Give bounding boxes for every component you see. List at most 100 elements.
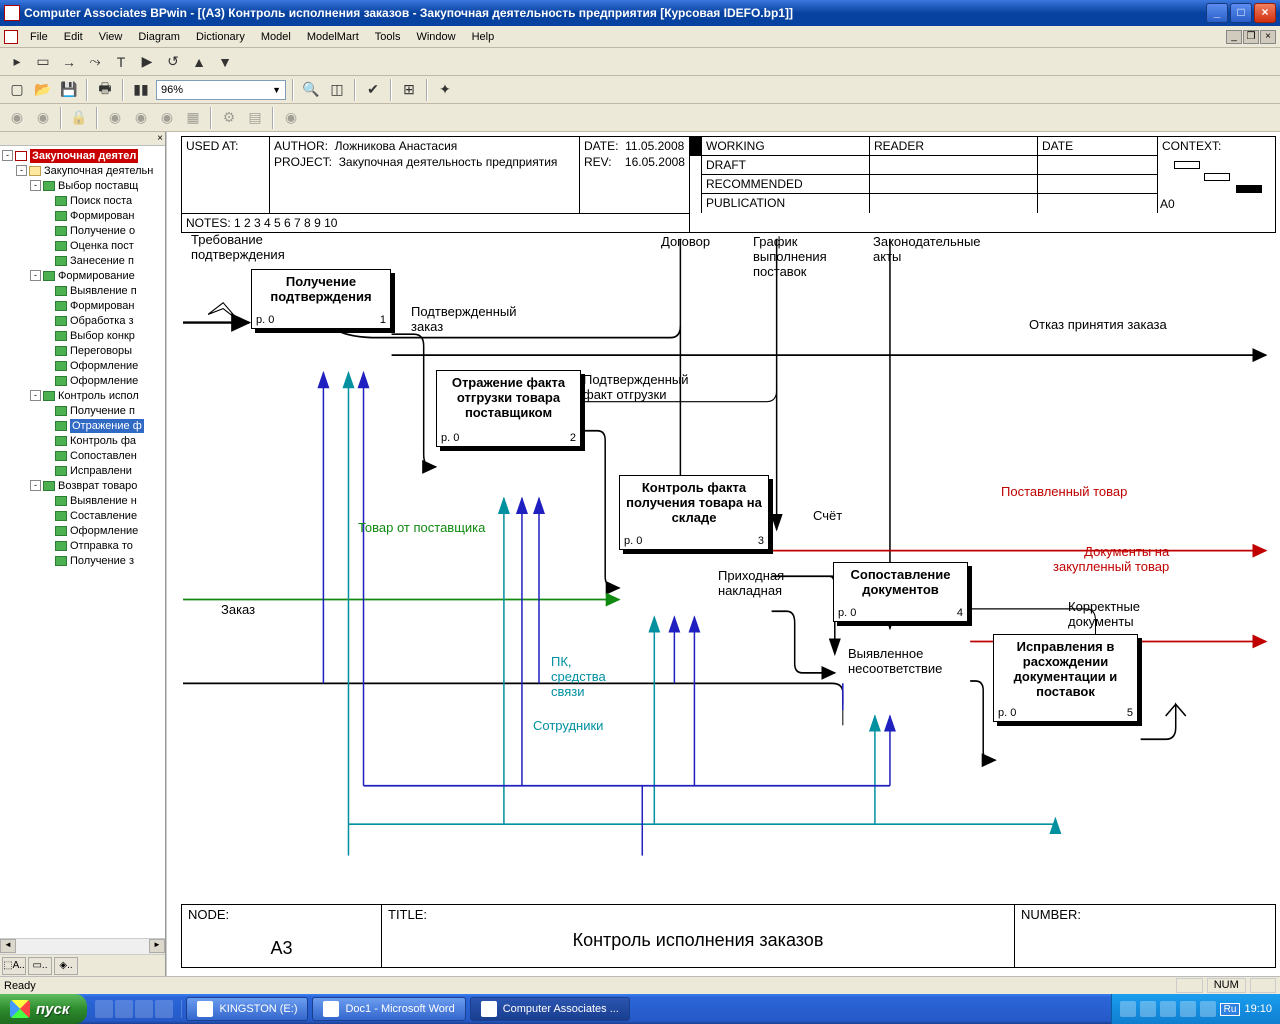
mm-btn6-icon[interactable]: ⚙ [218, 107, 240, 129]
tab-objects[interactable]: ◈.. [54, 957, 78, 975]
menu-file[interactable]: File [22, 29, 56, 45]
task-word[interactable]: Doc1 - Microsoft Word [312, 997, 465, 1021]
tree-item[interactable]: Исправлени [2, 463, 163, 478]
tree-item[interactable]: Выявление н [2, 493, 163, 508]
language-indicator[interactable]: Ru [1220, 1003, 1241, 1016]
refresh-icon[interactable]: ↺ [162, 51, 184, 73]
tray-icon[interactable] [1120, 1001, 1136, 1017]
mdi-close-button[interactable]: × [1260, 30, 1276, 44]
pointer-icon[interactable]: ▸ [6, 51, 28, 73]
tree-item[interactable]: Поиск поста [2, 193, 163, 208]
tree-item[interactable]: Составление [2, 508, 163, 523]
palette-icon[interactable]: ▮▮ [130, 79, 152, 101]
ql-icon[interactable] [95, 1000, 113, 1018]
menu-diagram[interactable]: Diagram [130, 29, 188, 45]
scroll-left-icon[interactable]: ◄ [0, 939, 16, 953]
modelmart-icon[interactable]: ✦ [434, 79, 456, 101]
mdi-restore-button[interactable]: ❐ [1243, 30, 1259, 44]
tree-item[interactable]: Получение п [2, 403, 163, 418]
tree-item[interactable]: Получение о [2, 223, 163, 238]
mm-btn5-icon[interactable]: ◉ [156, 107, 178, 129]
tree-item[interactable]: Контроль фа [2, 433, 163, 448]
menu-window[interactable]: Window [408, 29, 463, 45]
scroll-right-icon[interactable]: ► [149, 939, 165, 953]
activity-a4[interactable]: Сопоставление документов p. 0 4 [833, 562, 968, 622]
ql-icon[interactable] [155, 1000, 173, 1018]
tree-item[interactable]: Обработка з [2, 313, 163, 328]
mm-btn7-icon[interactable]: ▤ [244, 107, 266, 129]
spellcheck-icon[interactable]: ✔ [362, 79, 384, 101]
tree-item[interactable]: Оформление [2, 358, 163, 373]
tree-item[interactable]: -Формирование [2, 268, 163, 283]
new-icon[interactable]: ▢ [6, 79, 28, 101]
tray-icon[interactable] [1160, 1001, 1176, 1017]
squiggle-icon[interactable]: ⤳ [84, 51, 106, 73]
tree-item[interactable]: Формирован [2, 298, 163, 313]
tab-diagrams[interactable]: ▭.. [28, 957, 52, 975]
activity-a1[interactable]: Получение подтверждения p. 0 1 [251, 269, 391, 329]
tree-item[interactable]: Формирован [2, 208, 163, 223]
chevron-down-icon[interactable]: ▼ [272, 85, 281, 95]
task-kingston[interactable]: KINGSTON (E:) [186, 997, 308, 1021]
minimize-button[interactable]: _ [1206, 3, 1228, 23]
save-icon[interactable]: 💾 [58, 79, 80, 101]
tree-item[interactable]: Выбор конкр [2, 328, 163, 343]
tray-icon[interactable] [1200, 1001, 1216, 1017]
mm-btn1-icon[interactable]: ◉ [6, 107, 28, 129]
close-button[interactable]: × [1254, 3, 1276, 23]
mm-btn3-icon[interactable]: ◉ [104, 107, 126, 129]
tree-item[interactable]: Занесение п [2, 253, 163, 268]
activity-a3[interactable]: Контроль факта получения товара на склад… [619, 475, 769, 550]
menu-modelmart[interactable]: ModelMart [299, 29, 367, 45]
task-bpwin[interactable]: Computer Associates ... [470, 997, 630, 1021]
tab-activities[interactable]: ⬚A.. [2, 957, 26, 975]
tree-item[interactable]: Отражение ф [2, 418, 163, 433]
tray-icon[interactable] [1140, 1001, 1156, 1017]
tree-item[interactable]: Выявление п [2, 283, 163, 298]
tree-item[interactable]: -Закупочная деятельн [2, 163, 163, 178]
triangle-up-icon[interactable]: ▲ [188, 51, 210, 73]
play-icon[interactable]: ▶ [136, 51, 158, 73]
menu-dictionary[interactable]: Dictionary [188, 29, 253, 45]
print-icon[interactable]: 🖶 [94, 79, 116, 101]
start-button[interactable]: пуск [0, 994, 87, 1024]
model-tree[interactable]: -Закупочная деятел-Закупочная деятельн-В… [0, 146, 165, 938]
zoom-in-icon[interactable]: 🔍 [300, 79, 322, 101]
menu-model[interactable]: Model [253, 29, 299, 45]
panel-close-icon[interactable]: × [0, 132, 165, 146]
menu-help[interactable]: Help [464, 29, 503, 45]
grid-icon[interactable]: ▦ [182, 107, 204, 129]
lock-icon[interactable]: 🔒 [68, 107, 90, 129]
tree-item[interactable]: -Контроль испол [2, 388, 163, 403]
mm-btn2-icon[interactable]: ◉ [32, 107, 54, 129]
zoom-combobox[interactable]: 96% ▼ [156, 80, 286, 100]
arrow-right-icon[interactable]: → [58, 51, 80, 73]
menu-tools[interactable]: Tools [367, 29, 409, 45]
activity-a5[interactable]: Исправления в расхождении документации и… [993, 634, 1138, 722]
tree-item[interactable]: Оценка пост [2, 238, 163, 253]
tree-item[interactable]: Оформление [2, 373, 163, 388]
mdi-minimize-button[interactable]: _ [1226, 30, 1242, 44]
activity-a2[interactable]: Отражение факта отгрузки товара поставщи… [436, 370, 581, 447]
box-icon[interactable]: ▭ [32, 51, 54, 73]
tree-item[interactable]: -Возврат товаро [2, 478, 163, 493]
maximize-button[interactable]: □ [1230, 3, 1252, 23]
ql-icon[interactable] [135, 1000, 153, 1018]
tree-item[interactable]: Отправка то [2, 538, 163, 553]
menu-view[interactable]: View [91, 29, 131, 45]
tree-item[interactable]: Переговоры [2, 343, 163, 358]
mm-btn8-icon[interactable]: ◉ [280, 107, 302, 129]
tree-item[interactable]: Получение з [2, 553, 163, 568]
tree-item[interactable]: -Выбор поставщ [2, 178, 163, 193]
tree-icon[interactable]: ⊞ [398, 79, 420, 101]
clock[interactable]: 19:10 [1244, 1003, 1272, 1015]
open-icon[interactable]: 📂 [32, 79, 54, 101]
diagram-canvas[interactable]: USED AT: AUTHOR: Ложникова Анастасия PRO… [166, 132, 1280, 976]
zoom-rect-icon[interactable]: ◫ [326, 79, 348, 101]
tree-item[interactable]: Оформление [2, 523, 163, 538]
tree-item[interactable]: Сопоставлен [2, 448, 163, 463]
menu-edit[interactable]: Edit [56, 29, 91, 45]
mm-btn4-icon[interactable]: ◉ [130, 107, 152, 129]
text-icon[interactable]: T [110, 51, 132, 73]
triangle-down-icon[interactable]: ▼ [214, 51, 236, 73]
